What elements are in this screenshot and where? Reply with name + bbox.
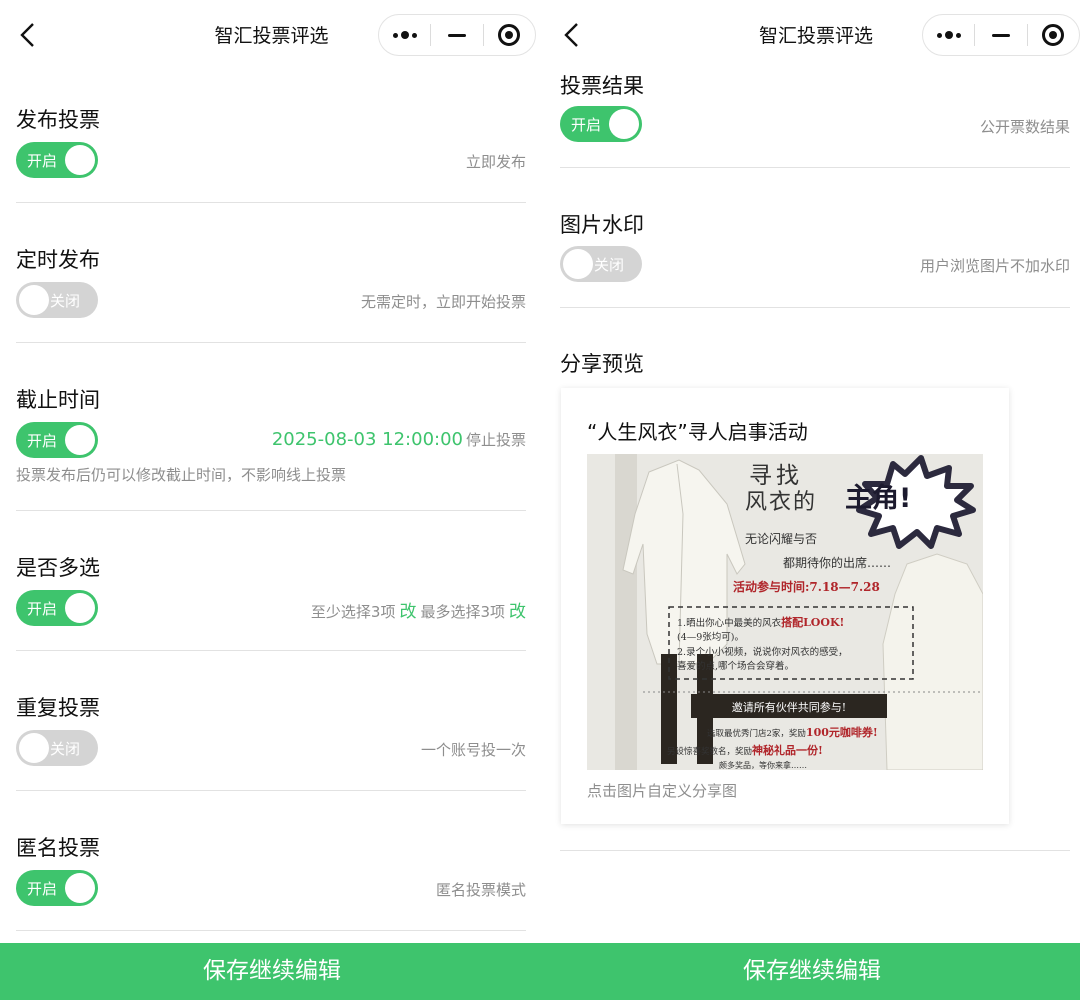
- share-card-title: “人生风衣”寻人启事活动: [587, 420, 808, 444]
- poster-prize-1: 选取最优秀门店2家，奖励100元咖啡券!: [707, 724, 878, 740]
- poster-rule-2b: 喜爱的点,哪个场合会穿着。: [677, 661, 795, 672]
- share-poster-image[interactable]: 寻找 风衣的 主角! 无论闪耀与否 都期待你的出席…… 活动参与时间:7.18—…: [587, 454, 983, 770]
- poster-prize-3: 颇多奖品，等你来拿……: [719, 761, 807, 770]
- toggle-knob: [563, 249, 593, 279]
- watermark-toggle[interactable]: 关闭: [560, 246, 642, 282]
- poster-line-1: 无论闪耀与否: [745, 532, 818, 546]
- poster-banner: 邀请所有伙伴共同参与!: [731, 701, 847, 714]
- poster-period: 活动参与时间:7.18—7.28: [733, 580, 880, 594]
- divider: [560, 850, 1070, 851]
- poster-rule-1a: 1.晒出你心中最美的风衣: [677, 618, 782, 629]
- save-continue-button[interactable]: 保存继续编辑: [0, 943, 544, 1000]
- poster-rule-1c: (4—9张均可)。: [677, 632, 745, 643]
- poster-line-2: 都期待你的出席……: [783, 556, 892, 570]
- left-screen: 智汇投票评选 发布投票 开启 立即发布 定时发布 关闭 无需定时，立即开始投票 …: [0, 0, 544, 1000]
- toggle-label: 开启: [27, 880, 58, 898]
- setting-title: 匿名投票: [16, 836, 100, 860]
- toggle-label: 关闭: [594, 256, 625, 274]
- divider: [16, 930, 526, 931]
- poster-rule-1b: 搭配LOOK!: [781, 616, 845, 629]
- poster-prize-2a: 另设惊喜奖数名，奖励: [667, 747, 753, 757]
- right-screen: 智汇投票评选 投票结果 开启 公开票数结果 图片水印 关闭 用户浏览图片不加水印…: [544, 0, 1080, 1000]
- share-card[interactable]: “人生风衣”寻人启事活动 寻找 风衣的 主角! 无论闪耀与否 都期待你的出席………: [561, 388, 1009, 824]
- toggle-knob: [65, 873, 95, 903]
- share-section-title: 分享预览: [560, 352, 644, 376]
- poster-rule-2a: 2.录个小小视频，说说你对风衣的感受，: [677, 647, 848, 658]
- share-card-hint: 点击图片自定义分享图: [587, 782, 738, 800]
- setting-anonymous: 匿名投票 开启 匿名投票模式: [16, 0, 526, 931]
- poster-rule-1: 1.晒出你心中最美的风衣搭配LOOK!: [677, 614, 844, 630]
- divider: [560, 307, 1070, 308]
- poster-prize-2b: 神秘礼品一份!: [752, 744, 823, 757]
- setting-watermark: 图片水印 关闭 用户浏览图片不加水印: [560, 0, 1070, 308]
- poster-headline-2: 风衣的: [745, 490, 818, 515]
- poster-prize-1b: 100元咖啡券!: [805, 726, 878, 739]
- setting-desc: 匿名投票模式: [435, 881, 526, 899]
- save-continue-button[interactable]: 保存继续编辑: [544, 943, 1080, 1000]
- setting-desc: 用户浏览图片不加水印: [919, 257, 1070, 275]
- poster-badge: 主角!: [845, 483, 912, 514]
- setting-title: 图片水印: [560, 213, 644, 237]
- poster-prize-2: 另设惊喜奖数名，奖励神秘礼品一份!: [667, 742, 823, 758]
- poster-prize-1a: 选取最优秀门店2家，奖励: [707, 729, 806, 739]
- anonymous-toggle[interactable]: 开启: [16, 870, 98, 906]
